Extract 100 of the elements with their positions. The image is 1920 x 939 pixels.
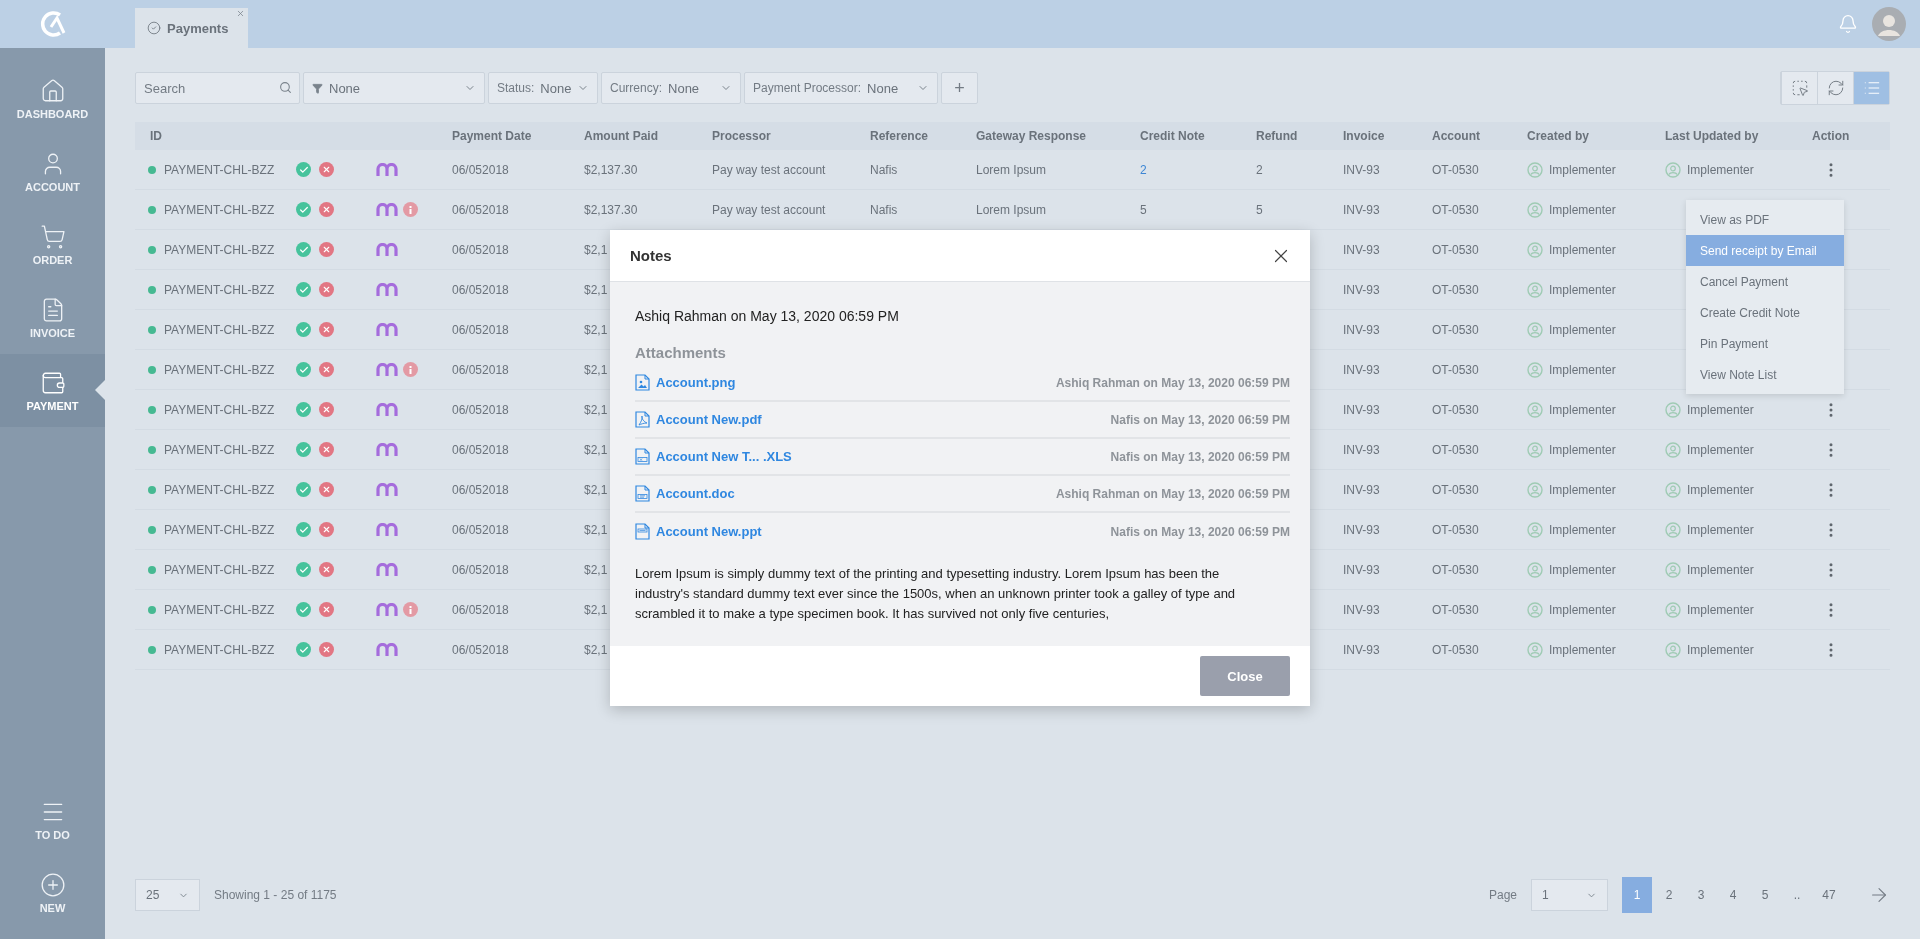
close-button[interactable]: Close <box>1200 656 1290 696</box>
file-icon <box>635 523 650 540</box>
info-icon[interactable] <box>403 202 418 217</box>
approve-icon[interactable] <box>296 602 312 617</box>
page-button[interactable]: .. <box>1782 877 1812 913</box>
table-cell: INV-93 <box>1343 162 1380 177</box>
approve-icon[interactable] <box>296 362 312 377</box>
filter-dropdown[interactable]: Status: None <box>488 72 598 104</box>
column-header[interactable]: Action <box>1812 129 1850 143</box>
reject-icon[interactable] <box>319 162 335 177</box>
table-cell: Implementer <box>1549 362 1616 377</box>
table-cell: PAYMENT-CHL-BZZ <box>164 162 275 177</box>
page-size-dropdown[interactable]: 25 <box>135 879 200 911</box>
approve-icon[interactable] <box>296 202 312 217</box>
filter-dropdown[interactable]: Currency: None <box>601 72 741 104</box>
user-icon <box>1527 521 1543 538</box>
payments-tab[interactable]: Payments <box>135 8 248 48</box>
processor-logo-icon <box>376 202 398 217</box>
attachment-link[interactable]: Account.doc <box>656 486 735 501</box>
reject-icon[interactable] <box>319 482 335 497</box>
attachment-link[interactable]: Account New.pdf <box>656 412 762 427</box>
page-button[interactable]: 2 <box>1654 877 1684 913</box>
table-cell: Implementer <box>1549 482 1616 497</box>
reject-icon[interactable] <box>319 402 335 417</box>
menu-item[interactable]: Cancel Payment <box>1686 266 1844 297</box>
attachment-meta: Nafis on May 13, 2020 06:59 PM <box>1110 524 1290 539</box>
approve-icon[interactable] <box>296 482 312 497</box>
reject-icon[interactable] <box>319 522 335 537</box>
approve-icon[interactable] <box>296 442 312 457</box>
page-button[interactable]: 47 <box>1814 877 1844 913</box>
approve-icon[interactable] <box>296 162 312 177</box>
table-cell: Nafis <box>870 202 898 217</box>
approve-icon[interactable] <box>296 402 312 417</box>
menu-item[interactable]: Create Credit Note <box>1686 297 1844 328</box>
column-header[interactable]: Gateway Response <box>976 129 1087 143</box>
table-cell: PAYMENT-CHL-BZZ <box>164 602 275 617</box>
bell-icon[interactable] <box>1838 14 1858 34</box>
column-header[interactable]: Credit Note <box>1140 129 1205 143</box>
filter-dropdown[interactable]: Payment Processor: None <box>744 72 938 104</box>
sidebar-item[interactable]: ORDER <box>0 208 105 281</box>
reject-icon[interactable] <box>319 562 335 577</box>
table-cell: Implementer <box>1687 402 1754 417</box>
sidebar-item[interactable]: PAYMENT <box>0 354 105 427</box>
sidebar-item[interactable]: NEW <box>0 856 105 929</box>
active-pointer <box>95 380 105 400</box>
user-icon <box>1665 481 1681 498</box>
column-header[interactable]: Reference <box>870 129 929 143</box>
reject-icon[interactable] <box>319 362 335 377</box>
attachment-link[interactable]: Account New.ppt <box>656 524 762 539</box>
approve-icon[interactable] <box>296 522 312 537</box>
info-icon[interactable] <box>403 362 418 377</box>
table-cell: PAYMENT-CHL-BZZ <box>164 562 275 577</box>
attachment-link[interactable]: Account New T... .XLS <box>656 449 792 464</box>
column-header[interactable]: Invoice <box>1343 129 1385 143</box>
sidebar-item[interactable]: INVOICE <box>0 281 105 354</box>
table-cell: INV-93 <box>1343 642 1380 657</box>
reject-icon[interactable] <box>319 322 335 337</box>
page-button[interactable]: 5 <box>1750 877 1780 913</box>
page-button[interactable]: 3 <box>1686 877 1716 913</box>
menu-item[interactable]: View Note List <box>1686 359 1844 390</box>
menu-item[interactable]: Pin Payment <box>1686 328 1844 359</box>
file-icon <box>635 485 650 502</box>
sidebar-item[interactable]: ACCOUNT <box>0 135 105 208</box>
reject-icon[interactable] <box>319 282 335 297</box>
refresh-button[interactable] <box>1817 72 1853 104</box>
add-button[interactable]: + <box>941 72 978 104</box>
menu-item[interactable]: View as PDF <box>1686 204 1844 235</box>
list-view-button[interactable] <box>1853 72 1889 104</box>
page-button[interactable]: 1 <box>1622 877 1652 913</box>
column-header[interactable]: Created by <box>1527 129 1590 143</box>
page-dropdown[interactable]: 1 <box>1531 879 1608 911</box>
column-header[interactable]: Payment Date <box>452 129 532 143</box>
reject-icon[interactable] <box>319 642 335 657</box>
sidebar-item[interactable]: DASHBOARD <box>0 62 105 135</box>
column-header[interactable]: Amount Paid <box>584 129 658 143</box>
menu-item[interactable]: Send receipt by Email <box>1686 235 1844 266</box>
sidebar-item[interactable]: TO DO <box>0 783 105 856</box>
results-summary: Showing 1 - 25 of 1175 <box>214 888 337 902</box>
column-header[interactable]: Account <box>1432 129 1480 143</box>
approve-icon[interactable] <box>296 282 312 297</box>
avatar-icon[interactable] <box>1872 7 1906 41</box>
approve-icon[interactable] <box>296 242 312 257</box>
column-header[interactable]: ID <box>150 129 162 143</box>
reject-icon[interactable] <box>319 602 335 617</box>
credit-note-link[interactable]: 2 <box>1140 162 1147 177</box>
column-header[interactable]: Last Updated by <box>1665 129 1759 143</box>
info-icon[interactable] <box>403 602 418 617</box>
approve-icon[interactable] <box>296 322 312 337</box>
filter-dropdown[interactable]: None <box>303 72 485 104</box>
attachment-link[interactable]: Account.png <box>656 375 736 390</box>
select-view-button[interactable] <box>1781 72 1817 104</box>
reject-icon[interactable] <box>319 202 335 217</box>
column-header[interactable]: Refund <box>1256 129 1298 143</box>
reject-icon[interactable] <box>319 442 335 457</box>
reject-icon[interactable] <box>319 242 335 257</box>
page-button[interactable]: 4 <box>1718 877 1748 913</box>
column-header[interactable]: Processor <box>712 129 771 143</box>
search-field[interactable]: Search <box>135 72 300 104</box>
approve-icon[interactable] <box>296 562 312 577</box>
approve-icon[interactable] <box>296 642 312 657</box>
